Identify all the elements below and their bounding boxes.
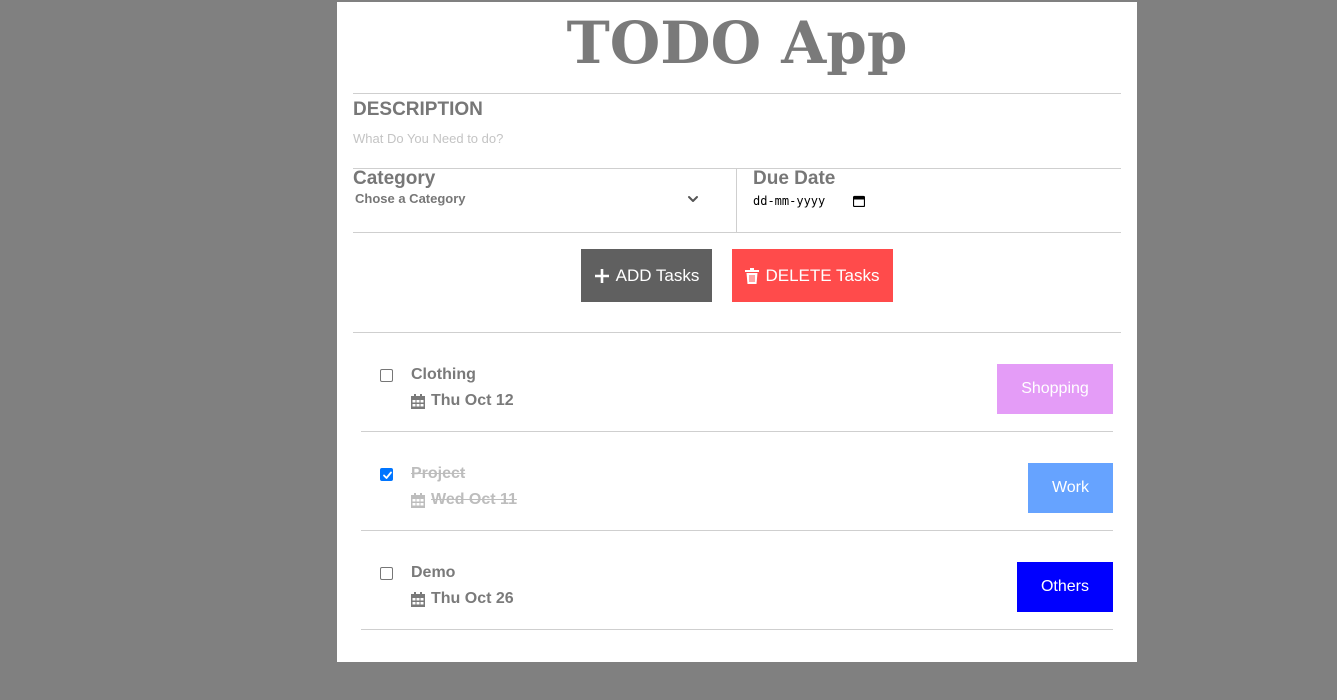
due-date-value: dd-mm-yyyy bbox=[753, 194, 826, 208]
task-name: Demo bbox=[411, 564, 456, 581]
plus-icon bbox=[594, 268, 610, 284]
task-category-tag: Work bbox=[1028, 463, 1113, 513]
task-row: Clothing Thu Oct 12 Shopping bbox=[361, 333, 1113, 432]
divider bbox=[353, 93, 1121, 94]
task-date: Wed Oct 11 bbox=[411, 491, 517, 509]
task-date-text: Thu Oct 26 bbox=[431, 590, 514, 607]
due-date-input[interactable]: dd-mm-yyyy bbox=[753, 191, 873, 213]
delete-tasks-button[interactable]: DELETE Tasks bbox=[732, 249, 893, 302]
calendar-icon bbox=[411, 393, 425, 409]
chevron-down-icon bbox=[686, 192, 700, 206]
description-label: DESCRIPTION bbox=[353, 99, 483, 120]
calendar-icon bbox=[411, 492, 425, 508]
field-divider bbox=[736, 169, 737, 233]
category-selected-value: Chose a Category bbox=[355, 191, 466, 206]
description-input[interactable] bbox=[353, 128, 1113, 148]
divider bbox=[353, 168, 1121, 169]
category-label: Category bbox=[353, 168, 436, 189]
calendar-icon bbox=[411, 591, 425, 607]
task-checkbox[interactable] bbox=[380, 369, 393, 382]
task-checkbox[interactable] bbox=[380, 468, 393, 481]
add-tasks-button[interactable]: ADD Tasks bbox=[581, 249, 712, 302]
category-select[interactable]: Chose a Category bbox=[355, 191, 700, 211]
task-date: Thu Oct 12 bbox=[411, 392, 514, 410]
task-row: Project Wed Oct 11 Work bbox=[361, 432, 1113, 531]
task-row: Demo Thu Oct 26 Others bbox=[361, 531, 1113, 630]
task-date: Thu Oct 26 bbox=[411, 590, 514, 608]
task-date-text: Thu Oct 12 bbox=[431, 392, 514, 409]
add-tasks-label: ADD Tasks bbox=[615, 265, 700, 285]
divider bbox=[353, 232, 1121, 233]
task-name: Clothing bbox=[411, 366, 476, 383]
task-category-tag: Shopping bbox=[997, 364, 1113, 414]
due-date-label: Due Date bbox=[753, 168, 836, 189]
calendar-picker-icon[interactable] bbox=[852, 195, 866, 208]
app-title: TODO App bbox=[566, 9, 908, 77]
trash-icon bbox=[745, 267, 760, 284]
task-date-text: Wed Oct 11 bbox=[431, 491, 517, 508]
delete-tasks-label: DELETE Tasks bbox=[765, 265, 880, 285]
task-category-tag: Others bbox=[1017, 562, 1113, 612]
task-divider bbox=[361, 629, 1113, 630]
task-checkbox[interactable] bbox=[380, 567, 393, 580]
task-name: Project bbox=[411, 465, 466, 482]
todo-card: TODO App DESCRIPTION Category Chose a Ca… bbox=[337, 2, 1137, 662]
